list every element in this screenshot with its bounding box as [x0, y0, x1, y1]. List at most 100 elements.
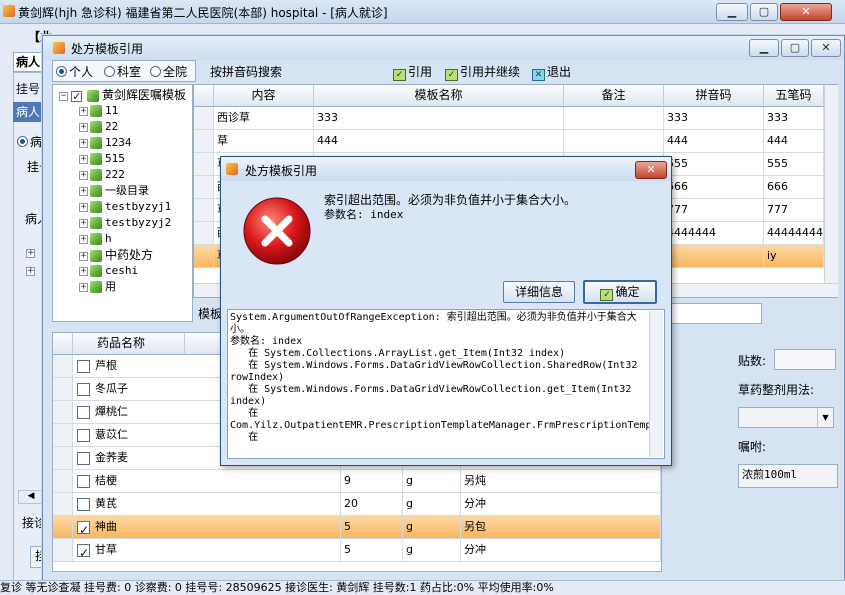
template-cell-content[interactable]: 草 [214, 130, 314, 153]
details-button[interactable]: 详细信息 [503, 281, 575, 303]
drug-row-header[interactable] [53, 378, 73, 401]
drug-name-cell[interactable]: 甘草 [73, 539, 341, 562]
drug-checkbox[interactable] [77, 382, 90, 396]
drug-unit-cell[interactable]: g [403, 470, 461, 493]
advice-input[interactable]: 浓煎100ml [738, 464, 838, 488]
method-select[interactable]: ▼ [738, 407, 834, 428]
row-header[interactable] [194, 107, 214, 130]
tree-root[interactable]: −黄剑辉医嘱模板 [59, 88, 186, 103]
template-tree[interactable]: −黄剑辉医嘱模板 +11 +22 +1234 +515 +222 +一级目录 +… [52, 84, 193, 322]
template-cell-py[interactable]: 666 [664, 176, 764, 199]
drug-name-cell[interactable]: 黄芪 [73, 493, 341, 516]
error-details-text[interactable]: System.ArgumentOutOfRangeException: 索引超出… [227, 309, 665, 459]
bg-tree-expander[interactable]: + [26, 264, 35, 278]
scope-dept-radio[interactable]: 科室 [104, 63, 141, 80]
row-header[interactable] [194, 199, 214, 222]
drug-checkbox[interactable] [77, 497, 90, 511]
row-header[interactable] [194, 245, 214, 268]
bg-scroll-left[interactable]: ◀ [18, 490, 44, 504]
template-cell-note[interactable] [564, 107, 664, 130]
drug-row-header[interactable] [53, 447, 73, 470]
template-cell-py[interactable]: 444 [664, 130, 764, 153]
template-cell-wb[interactable]: iy [764, 245, 824, 268]
patient-tab[interactable]: 病人 [13, 102, 43, 122]
template-grid-vscroll[interactable] [824, 85, 838, 283]
drug-checkbox[interactable] [77, 474, 90, 488]
drug-row-header[interactable] [53, 516, 73, 539]
col-content[interactable]: 内容 [214, 85, 314, 107]
drug-row-header[interactable] [53, 470, 73, 493]
drug-checkbox[interactable] [77, 428, 90, 442]
drug-unit-cell[interactable]: g [403, 539, 461, 562]
drug-qty-cell[interactable]: 9 [341, 470, 403, 493]
drug-checkbox[interactable] [77, 519, 90, 538]
details-scrollbar[interactable] [649, 311, 663, 457]
col-wubi[interactable]: 五笔码 [764, 85, 824, 107]
template-cell-py[interactable]: 777 [664, 199, 764, 222]
drug-usage-cell[interactable]: 分冲 [461, 539, 661, 562]
tree-item[interactable]: + testbyzyj2 [79, 216, 171, 230]
template-cell-name[interactable]: 444 [314, 130, 564, 153]
template-cell-wb[interactable]: 444 [764, 130, 824, 153]
error-dialog-close-button[interactable]: ✕ [635, 161, 667, 179]
tree-item[interactable]: +222 [79, 168, 125, 182]
template-cell-wb[interactable]: 666 [764, 176, 824, 199]
tree-item[interactable]: +1234 [79, 136, 132, 150]
drug-checkbox[interactable] [77, 405, 90, 419]
template-cell-wb[interactable]: 555 [764, 153, 824, 176]
template-cell-name[interactable]: 333 [314, 107, 564, 130]
template-name-input[interactable] [660, 303, 762, 324]
drug-checkbox[interactable] [77, 359, 90, 373]
drug-usage-cell[interactable]: 另炖 [461, 470, 661, 493]
template-cell-note[interactable] [564, 130, 664, 153]
tree-item[interactable]: + testbyzyj1 [79, 200, 171, 214]
ref-continue-button[interactable]: ✓ 引用并继续 [445, 63, 520, 81]
row-header[interactable] [194, 153, 214, 176]
close-button[interactable]: ✕ [780, 3, 832, 21]
bg-radio-patient[interactable]: 病 [17, 133, 42, 150]
tree-item[interactable]: + ceshi [79, 264, 138, 278]
minimize-button[interactable]: ▁ [716, 3, 748, 21]
template-cell-py[interactable]: 4444444 [664, 222, 764, 245]
tree-item[interactable]: + h [79, 232, 112, 246]
tree-item[interactable]: + 中药处方 [79, 248, 153, 262]
maximize-button[interactable]: ▢ [750, 3, 778, 21]
drug-unit-cell[interactable]: g [403, 493, 461, 516]
template-cell-content[interactable]: 西诊草 [214, 107, 314, 130]
template-cell-wb[interactable]: 44444444 [764, 222, 824, 245]
scope-hospital-radio[interactable]: 全院 [150, 63, 187, 80]
drug-checkbox[interactable] [77, 451, 90, 465]
ok-button[interactable]: ✓ 确定 [583, 280, 657, 304]
drug-unit-cell[interactable]: g [403, 516, 461, 539]
main-tab-patient[interactable]: 病人 [13, 52, 45, 72]
template-cell-py[interactable]: 333 [664, 107, 764, 130]
row-header[interactable] [194, 130, 214, 153]
tree-item[interactable]: + 用 [79, 280, 116, 294]
drug-qty-cell[interactable]: 5 [341, 516, 403, 539]
drug-row-header[interactable] [53, 401, 73, 424]
drug-name-cell[interactable]: 神曲 [73, 516, 341, 539]
template-maximize-button[interactable]: ▢ [781, 39, 809, 57]
col-note[interactable]: 备注 [564, 85, 664, 107]
tree-item[interactable]: +22 [79, 120, 118, 134]
drug-qty-cell[interactable]: 5 [341, 539, 403, 562]
drug-usage-cell[interactable]: 另包 [461, 516, 661, 539]
tree-item[interactable]: +11 [79, 104, 118, 118]
bg-tree-expander[interactable]: + [26, 246, 35, 260]
drug-row-header[interactable] [53, 355, 73, 378]
col-drug-name[interactable]: 药品名称 [73, 333, 185, 355]
drug-name-cell[interactable]: 桔梗 [73, 470, 341, 493]
template-cell-wb[interactable]: 333 [764, 107, 824, 130]
template-close-button[interactable]: ✕ [811, 39, 841, 57]
row-header[interactable] [194, 222, 214, 245]
drug-row-header[interactable] [53, 493, 73, 516]
drug-usage-cell[interactable]: 分冲 [461, 493, 661, 516]
template-minimize-button[interactable]: ▁ [749, 39, 779, 57]
template-cell-py[interactable]: s [664, 245, 764, 268]
exit-button[interactable]: ✕ 退出 [532, 63, 571, 81]
drug-qty-cell[interactable]: 20 [341, 493, 403, 516]
drug-row-header[interactable] [53, 539, 73, 562]
tree-item[interactable]: + 一级目录 [79, 184, 149, 198]
row-header[interactable] [194, 176, 214, 199]
template-cell-wb[interactable]: 777 [764, 199, 824, 222]
